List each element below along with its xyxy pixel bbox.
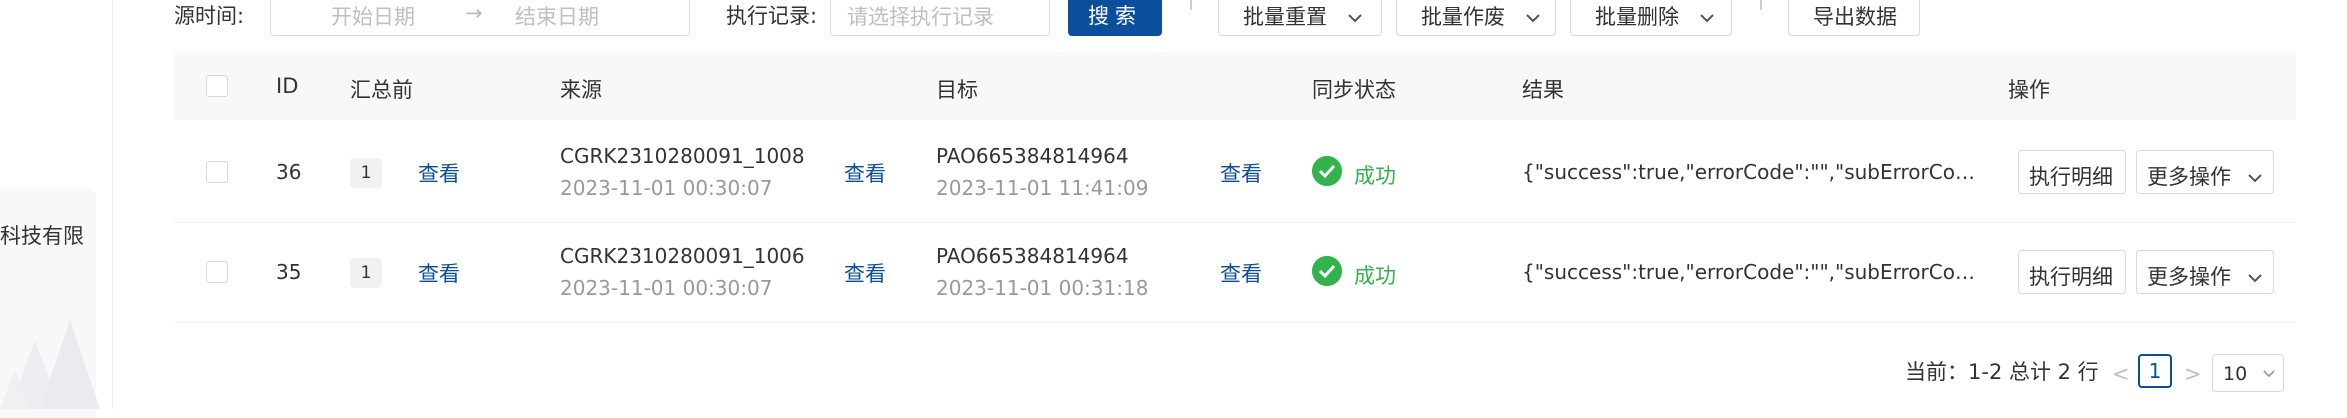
more-actions-label: 更多操作 bbox=[2147, 265, 2231, 289]
column-header-target: 目标 bbox=[936, 78, 978, 102]
source-time: 2023-11-01 00:30:07 bbox=[560, 176, 773, 200]
target-code: PAO665384814964 bbox=[936, 144, 1129, 168]
exec-detail-button[interactable]: 执行明细 bbox=[2018, 250, 2126, 294]
date-range-separator: → bbox=[465, 1, 483, 25]
row-id: 35 bbox=[276, 260, 302, 284]
divider bbox=[1760, 0, 1762, 10]
view-source-link[interactable]: 查看 bbox=[844, 258, 886, 288]
column-header-result: 结果 bbox=[1522, 78, 1564, 102]
count-badge: 1 bbox=[350, 158, 382, 188]
view-count-link[interactable]: 查看 bbox=[418, 258, 460, 288]
divider bbox=[1190, 0, 1192, 10]
select-all-checkbox[interactable] bbox=[206, 75, 228, 97]
company-name: 科技有限 bbox=[0, 224, 84, 248]
date-label: 源时间: bbox=[174, 4, 245, 28]
column-header-status: 同步状态 bbox=[1312, 78, 1396, 102]
batch-delete-label: 批量删除 bbox=[1595, 5, 1679, 29]
column-header-actions: 操作 bbox=[2008, 78, 2050, 102]
view-target-link[interactable]: 查看 bbox=[1220, 258, 1262, 288]
filter-bar: 源时间: 开始日期 → 结束日期 执行记录: 请选择执行记录 搜索 批量重置 批… bbox=[174, 0, 2347, 38]
sidebar: 科技有限 bbox=[0, 0, 113, 418]
table-row: 35 1 查看 CGRK2310280091_1006 2023-11-01 0… bbox=[174, 222, 2296, 323]
search-button[interactable]: 搜索 bbox=[1068, 0, 1162, 36]
exec-record-select[interactable]: 请选择执行记录 bbox=[830, 0, 1050, 36]
row-id: 36 bbox=[276, 160, 302, 184]
page-size-value: 10 bbox=[2223, 363, 2248, 385]
batch-void-label: 批量作废 bbox=[1421, 5, 1505, 29]
result-text: {"success":true,"errorCode":"","subError… bbox=[1522, 160, 1982, 184]
start-date-input[interactable]: 开始日期 bbox=[331, 1, 415, 31]
column-header-id: ID bbox=[276, 74, 299, 98]
row-checkbox[interactable] bbox=[206, 161, 228, 183]
trees-illustration-icon bbox=[0, 320, 100, 409]
count-badge: 1 bbox=[350, 258, 382, 288]
chevron-down-icon bbox=[1699, 14, 1714, 23]
export-button[interactable]: 导出数据 bbox=[1788, 0, 1920, 36]
chevron-down-icon bbox=[1347, 14, 1362, 23]
chevron-down-icon bbox=[2263, 370, 2275, 378]
exec-record-label: 执行记录: bbox=[726, 4, 818, 28]
column-header-source: 来源 bbox=[560, 78, 602, 102]
page-size-select[interactable]: 10 bbox=[2212, 354, 2284, 392]
source-code: CGRK2310280091_1006 bbox=[560, 244, 805, 268]
success-check-icon bbox=[1312, 256, 1342, 286]
more-actions-button[interactable]: 更多操作 bbox=[2136, 250, 2274, 294]
more-actions-label: 更多操作 bbox=[2147, 165, 2231, 189]
batch-reset-label: 批量重置 bbox=[1243, 5, 1327, 29]
status-text: 成功 bbox=[1354, 264, 1396, 288]
source-code: CGRK2310280091_1008 bbox=[560, 144, 805, 168]
success-check-icon bbox=[1312, 156, 1342, 186]
result-text: {"success":true,"errorCode":"","subError… bbox=[1522, 260, 1982, 284]
view-count-link[interactable]: 查看 bbox=[418, 158, 460, 188]
date-range-picker[interactable]: 开始日期 → 结束日期 bbox=[270, 0, 690, 36]
chevron-down-icon bbox=[2247, 174, 2262, 183]
exec-record-placeholder: 请选择执行记录 bbox=[847, 5, 994, 29]
chevron-down-icon bbox=[1525, 14, 1540, 23]
target-code: PAO665384814964 bbox=[936, 244, 1129, 268]
status-text: 成功 bbox=[1354, 164, 1396, 188]
end-date-input[interactable]: 结束日期 bbox=[515, 1, 599, 31]
source-time: 2023-11-01 00:30:07 bbox=[560, 276, 773, 300]
view-target-link[interactable]: 查看 bbox=[1220, 158, 1262, 188]
table-header: ID 汇总前 来源 目标 同步状态 结果 操作 bbox=[174, 52, 2296, 120]
batch-void-button[interactable]: 批量作废 bbox=[1396, 0, 1556, 36]
row-checkbox[interactable] bbox=[206, 261, 228, 283]
column-header-count: 汇总前 bbox=[350, 78, 413, 102]
chevron-down-icon bbox=[2247, 274, 2262, 283]
pagination-summary: 当前：1-2 总计 2 行 bbox=[1905, 360, 2099, 384]
batch-delete-button[interactable]: 批量删除 bbox=[1570, 0, 1732, 36]
prev-page-button[interactable]: < bbox=[2112, 362, 2130, 386]
target-time: 2023-11-01 00:31:18 bbox=[936, 276, 1149, 300]
target-time: 2023-11-01 11:41:09 bbox=[936, 176, 1149, 200]
next-page-button[interactable]: > bbox=[2184, 362, 2202, 386]
more-actions-button[interactable]: 更多操作 bbox=[2136, 150, 2274, 194]
table-row: 36 1 查看 CGRK2310280091_1008 2023-11-01 0… bbox=[174, 122, 2296, 223]
view-source-link[interactable]: 查看 bbox=[844, 158, 886, 188]
batch-reset-button[interactable]: 批量重置 bbox=[1218, 0, 1382, 36]
exec-detail-button[interactable]: 执行明细 bbox=[2018, 150, 2126, 194]
page-1-button[interactable]: 1 bbox=[2138, 354, 2172, 388]
